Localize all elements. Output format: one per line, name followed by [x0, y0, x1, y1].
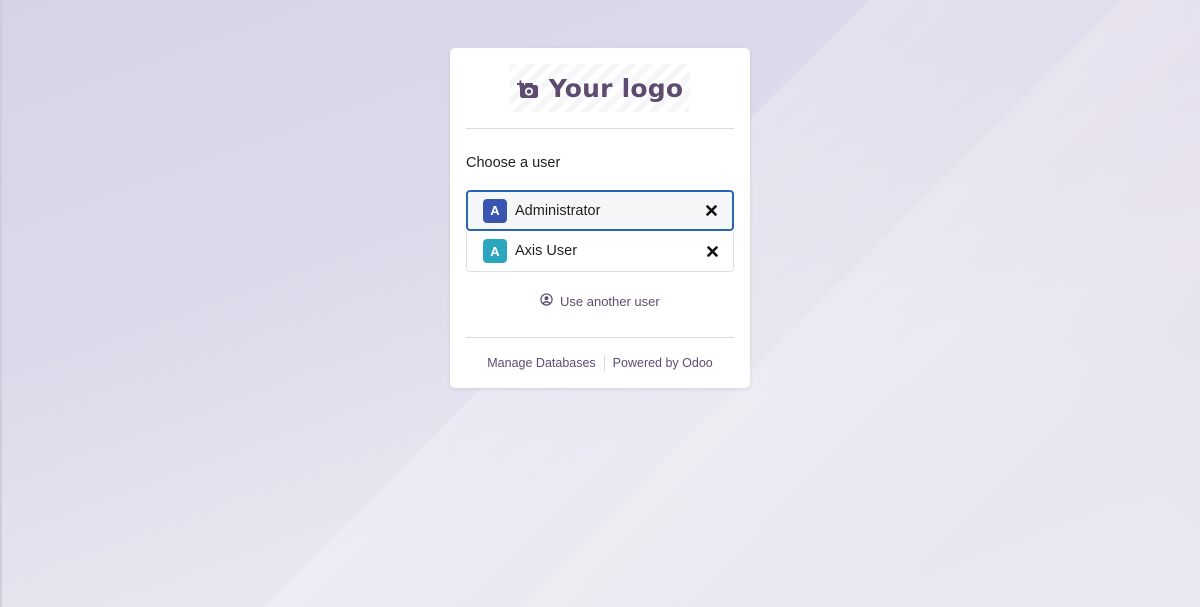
user-list: A Administrator A Axis User	[466, 190, 734, 272]
remove-user-icon[interactable]	[705, 244, 719, 258]
divider	[466, 337, 734, 338]
choose-user-label: Choose a user	[466, 155, 561, 171]
login-footer: Manage Databases Powered by Odoo	[450, 354, 750, 372]
user-circle-icon	[540, 293, 553, 309]
footer-separator	[603, 355, 605, 371]
divider	[466, 128, 734, 129]
user-item-axis-user[interactable]: A Axis User	[466, 231, 734, 272]
use-another-user-link[interactable]: Use another user	[540, 292, 660, 310]
remove-user-icon[interactable]	[704, 204, 718, 218]
logo-text: Your logo	[548, 73, 684, 103]
avatar: A	[483, 198, 507, 223]
user-name: Administrator	[515, 202, 601, 219]
manage-databases-link[interactable]: Manage Databases	[487, 356, 595, 370]
powered-by-odoo-link[interactable]: Powered by Odoo	[613, 356, 713, 370]
avatar: A	[483, 239, 507, 263]
background-edge	[0, 0, 2, 607]
company-logo: Your logo	[510, 64, 690, 112]
use-another-user-label: Use another user	[560, 293, 660, 309]
user-item-administrator[interactable]: A Administrator	[466, 190, 734, 231]
user-name: Axis User	[515, 243, 578, 259]
camera-plus-icon	[516, 79, 539, 98]
